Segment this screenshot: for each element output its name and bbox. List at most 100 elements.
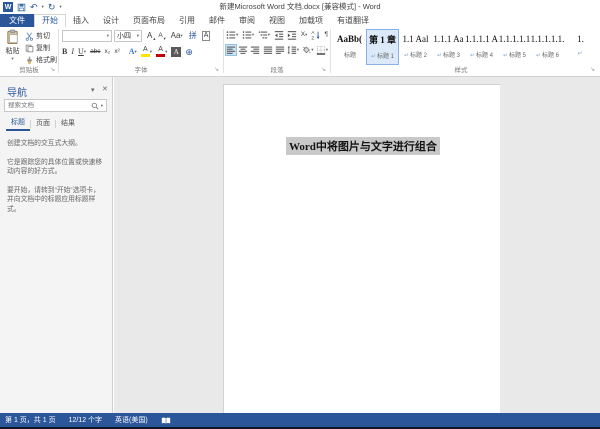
style-name: ↵标题 6 [536, 50, 559, 59]
styles-dialog-launcher[interactable]: ↘ [590, 67, 595, 74]
show-marks-button[interactable]: ¶ [324, 30, 328, 40]
word-window: 新建Microsoft Word 文档.docx [兼容模式] - Word W… [0, 0, 600, 429]
word-count[interactable]: 12/12 个字 [69, 415, 102, 425]
style-mark: ↵ [470, 53, 475, 59]
document-page[interactable]: Word中将图片与文字进行组合 [223, 84, 500, 413]
distribute-button[interactable] [275, 45, 285, 55]
tab-mailings[interactable]: 邮件 [202, 14, 232, 27]
character-border-button[interactable]: A [202, 31, 211, 41]
text-highlight-button[interactable]: A ▾ [141, 46, 152, 57]
undo-caret-icon[interactable]: ▾ [42, 4, 44, 10]
save-button[interactable] [17, 3, 26, 12]
character-shading-button[interactable]: A [171, 47, 181, 57]
qat-customize-caret-icon[interactable]: ▾ [59, 4, 61, 10]
tab-add-ins[interactable]: 加载项 [292, 14, 330, 27]
superscript-button[interactable]: x² [114, 47, 119, 57]
nav-tab-headings[interactable]: 标题 [6, 117, 30, 131]
style-item-clipped[interactable]: 1. ↵ [564, 29, 597, 65]
numbering-button[interactable]: ▾ [242, 30, 254, 40]
document-heading-selected[interactable]: Word中将图片与文字进行组合 [286, 137, 440, 155]
nav-tab-results[interactable]: 结果 [56, 118, 80, 130]
nav-options-caret-icon[interactable]: ▾ [91, 86, 95, 94]
paste-button[interactable]: 粘贴 ▾ [2, 29, 23, 69]
style-item-title[interactable]: AaBb( 标题 [333, 29, 366, 65]
styles-group-label: 样式 [331, 64, 591, 74]
align-center-button[interactable] [238, 45, 248, 55]
text-effects-button[interactable]: A▾ [129, 47, 137, 57]
line-spacing-button[interactable]: ▾ [287, 45, 299, 55]
style-name: ↵标题 2 [404, 50, 427, 59]
search-input[interactable] [5, 102, 91, 109]
pilcrow-icon: ¶ [324, 30, 328, 40]
decrease-indent-button[interactable] [274, 30, 284, 40]
font-name-caret-icon: ▾ [107, 33, 109, 39]
change-case-button[interactable]: Aa▾ [171, 31, 183, 41]
numbering-icon [242, 30, 252, 40]
style-preview: 1.1.1.1 A [465, 32, 498, 46]
clipboard-dialog-launcher[interactable]: ↘ [50, 67, 55, 74]
font-dialog-launcher[interactable]: ↘ [214, 67, 219, 74]
bullets-button[interactable]: ▾ [226, 30, 238, 40]
language-indicator[interactable]: 英语(美国) [115, 415, 148, 425]
subscript-button[interactable]: x₂ [105, 47, 111, 57]
copy-button[interactable]: 复制 [25, 43, 50, 53]
save-icon [17, 3, 26, 12]
style-item-heading-6[interactable]: 1.1.1.1.1. ↵标题 6 [531, 29, 564, 65]
status-bar: 第 1 页，共 1 页 12/12 个字 英语(美国) [0, 413, 600, 427]
style-item-heading-4[interactable]: 1.1.1.1 A ↵标题 4 [465, 29, 498, 65]
asian-layout-caret-icon: ▾ [305, 32, 307, 38]
style-item-heading-2[interactable]: 1.1 Aal ↵标题 2 [399, 29, 432, 65]
font-color-button[interactable]: A ▾ [156, 46, 167, 57]
style-mark: ↵ [437, 53, 442, 59]
asian-layout-button[interactable]: X▾ [301, 30, 308, 40]
italic-button[interactable]: I [71, 47, 74, 57]
shading-bucket-icon [301, 45, 311, 55]
cut-button[interactable]: 剪切 [25, 31, 50, 41]
style-item-heading-1[interactable]: 第 1 章 ↵标题 1 [366, 29, 399, 65]
tab-home[interactable]: 开始 [34, 14, 66, 27]
tab-insert[interactable]: 插入 [66, 14, 96, 27]
quick-access-toolbar: W ↶ ▾ ↻ ▾ [3, 1, 62, 13]
paragraph-dialog-launcher[interactable]: ↘ [321, 67, 326, 74]
strikethrough-button[interactable]: abc [90, 47, 100, 57]
grow-font-button[interactable]: A▲ [147, 31, 156, 41]
style-mark: ↵ [503, 53, 508, 59]
underline-button[interactable]: U▾ [78, 47, 86, 57]
font-name-combo[interactable]: ▾ [62, 30, 112, 42]
proofing-status-icon[interactable] [161, 416, 171, 425]
page-count[interactable]: 第 1 页，共 1 页 [5, 415, 56, 425]
align-left-button[interactable] [226, 45, 236, 55]
borders-button[interactable]: ▾ [316, 45, 328, 55]
change-case-icon: Aa [171, 31, 181, 41]
nav-close-icon[interactable]: ✕ [102, 85, 108, 93]
nav-tab-pages[interactable]: 页面 [31, 118, 55, 130]
increase-indent-button[interactable] [287, 30, 297, 40]
shrink-font-button[interactable]: A▼ [158, 31, 166, 41]
underline-caret-icon: ▾ [84, 47, 86, 57]
tab-design[interactable]: 设计 [96, 14, 126, 27]
search-caret-icon[interactable]: ▾ [101, 103, 103, 109]
enclose-characters-button[interactable]: ⊕ [185, 47, 193, 57]
bold-button[interactable]: B [62, 47, 67, 57]
search-icon[interactable] [91, 102, 99, 110]
align-right-button[interactable] [250, 45, 260, 55]
undo-button[interactable]: ↶ [30, 2, 38, 12]
multilevel-list-button[interactable]: ▾ [258, 30, 270, 40]
style-item-heading-3[interactable]: 1.1.1 Aa ↵标题 3 [432, 29, 465, 65]
tab-page-layout[interactable]: 页面布局 [126, 14, 172, 27]
sort-button[interactable]: AZ [311, 30, 321, 40]
tab-references[interactable]: 引用 [172, 14, 202, 27]
tab-youdao-translate[interactable]: 有道翻译 [330, 14, 376, 27]
phonetic-guide-button[interactable]: 拼 [189, 31, 197, 41]
tab-file[interactable]: 文件 [0, 14, 34, 27]
style-item-heading-5[interactable]: 1.1.1.1.1 ↵标题 5 [498, 29, 531, 65]
justify-button[interactable] [263, 45, 273, 55]
paragraph-row-1: ▾ ▾ ▾ X▾ AZ ¶ [226, 30, 328, 40]
redo-button[interactable]: ↻ [48, 2, 56, 12]
shading-button[interactable]: ▾ [301, 45, 313, 55]
tab-view[interactable]: 视图 [262, 14, 292, 27]
window-title: 新建Microsoft Word 文档.docx [兼容模式] - Word [0, 0, 600, 14]
numbering-caret-icon: ▾ [252, 32, 254, 38]
font-size-combo[interactable]: 小四 ▾ [114, 30, 142, 42]
tab-review[interactable]: 审阅 [232, 14, 262, 27]
